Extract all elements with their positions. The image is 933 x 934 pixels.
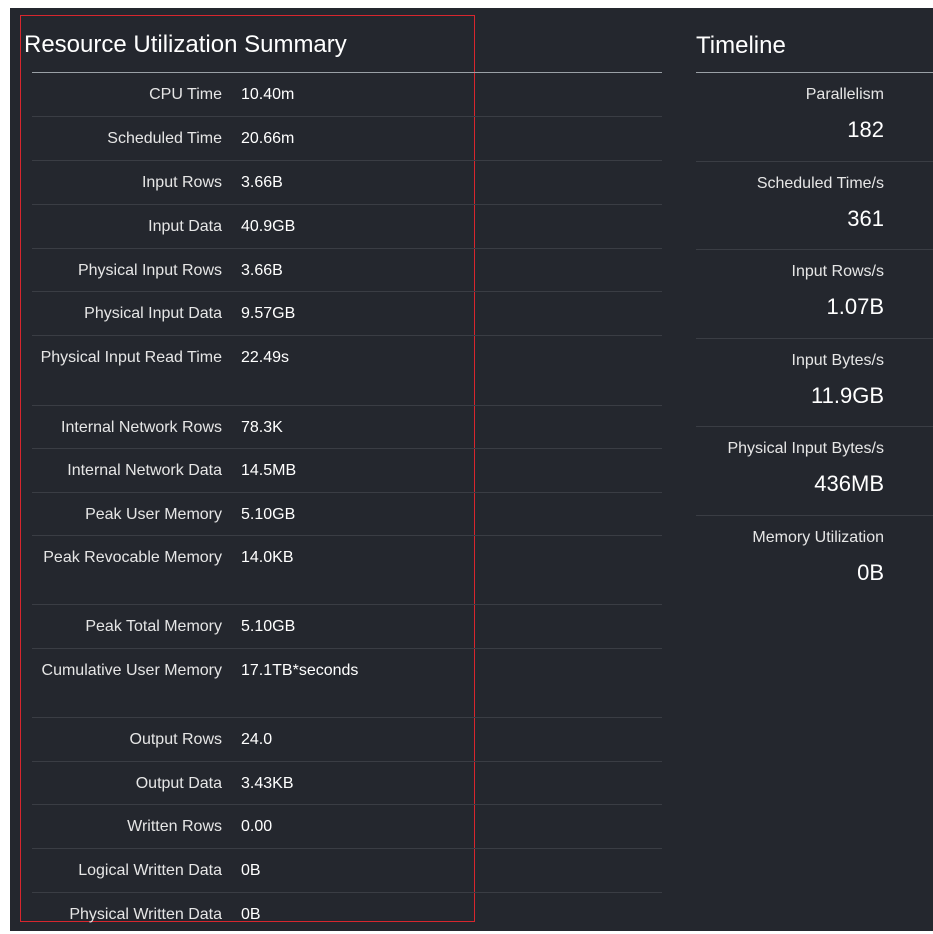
row-label: Physical Written Data: [69, 906, 222, 923]
row-label: Scheduled Time: [107, 130, 222, 147]
table-row: Physical Input Rows 3.66B: [32, 248, 662, 291]
timeline-item-value: 0B: [857, 559, 884, 585]
table-row: Logical Written Data 0B: [32, 848, 662, 892]
timeline-item-label: Physical Input Bytes/s: [727, 440, 884, 457]
row-label: Physical Input Read Time: [40, 349, 222, 366]
timeline-item-label: Scheduled Time/s: [756, 174, 884, 192]
timeline-item-value: 1.07B: [826, 294, 885, 319]
summary-title: Resource Utilization Summary: [24, 31, 347, 58]
row-label: Peak User Memory: [85, 506, 222, 523]
row-value: 9.57GB: [241, 305, 296, 322]
timeline-item-value: 436MB: [814, 471, 884, 496]
row-label: Cumulative User Memory: [41, 662, 222, 679]
table-row: Output Rows 24.0: [32, 717, 662, 761]
row-label: Peak Total Memory: [85, 618, 222, 635]
row-label: Physical Input Rows: [77, 262, 222, 279]
timeline-item-label: Memory Utilization: [752, 528, 884, 546]
timeline-item: Physical Input Bytes/s 436MB: [696, 427, 933, 516]
table-row: Scheduled Time 20.66m: [32, 116, 662, 160]
table-row: Output Data 3.43KB: [32, 761, 662, 804]
row-label: Output Rows: [129, 731, 222, 748]
timeline-item: Input Bytes/s 11.9GB: [696, 339, 933, 427]
table-row: Internal Network Rows 78.3K: [32, 405, 662, 448]
row-value: 3.43KB: [241, 775, 294, 792]
row-value: 20.66m: [241, 130, 295, 147]
row-value: 0.00: [241, 818, 273, 835]
table-row: Input Data 40.9GB: [32, 204, 662, 248]
row-value: 5.10GB: [241, 506, 296, 523]
row-value: 0B: [241, 862, 261, 879]
timeline-item-label: Input Bytes/s: [791, 351, 885, 369]
row-value: 0B: [241, 906, 261, 923]
timeline-list: Parallelism 182 Scheduled Time/s 361 Inp…: [696, 73, 933, 604]
row-label: Internal Network Rows: [61, 419, 222, 436]
row-label: CPU Time: [149, 86, 222, 103]
table-row: Physical Input Data 9.57GB: [32, 291, 662, 335]
row-value: 14.5MB: [241, 462, 297, 479]
row-value: 10.40m: [241, 86, 295, 103]
table-row: Internal Network Data 14.5MB: [32, 448, 662, 492]
row-value: 3.66B: [241, 174, 283, 191]
row-label: Peak Revocable Memory: [43, 549, 222, 566]
row-value: 24.0: [241, 731, 273, 748]
row-label: Input Rows: [141, 174, 222, 191]
row-label: Physical Input Data: [84, 305, 222, 322]
table-row: Input Rows 3.66B: [32, 160, 662, 204]
row-value: 40.9GB: [241, 218, 296, 235]
table-row: Physical Input Read Time 22.49s: [32, 335, 662, 405]
row-value: 5.10GB: [241, 618, 296, 635]
row-value: 14.0KB: [241, 549, 294, 566]
row-label: Written Rows: [127, 818, 222, 835]
row-label: Input Data: [148, 218, 222, 235]
summary-table: CPU Time 10.40m Scheduled Time 20.66m In…: [32, 73, 662, 934]
timeline-item: Parallelism 182: [696, 73, 933, 162]
timeline-item: Scheduled Time/s 361: [696, 162, 933, 250]
timeline-item: Memory Utilization 0B: [696, 516, 933, 605]
row-label: Internal Network Data: [67, 462, 222, 479]
table-row: Peak User Memory 5.10GB: [32, 492, 662, 535]
row-value: 78.3K: [241, 419, 283, 436]
table-row: Physical Written Data 0B: [32, 892, 662, 934]
timeline-item-label: Parallelism: [805, 86, 884, 103]
row-label: Logical Written Data: [78, 862, 222, 879]
table-row: Written Rows 0.00: [32, 804, 662, 848]
row-value: 22.49s: [241, 349, 290, 366]
timeline-item: Input Rows/s 1.07B: [696, 250, 933, 339]
table-row: Peak Revocable Memory 14.0KB: [32, 535, 662, 604]
row-label: Output Data: [135, 775, 222, 792]
timeline-item-value: 11.9GB: [811, 382, 884, 408]
row-value: 3.66B: [241, 262, 283, 279]
timeline-item-value: 182: [847, 117, 884, 142]
timeline-item-value: 361: [847, 205, 884, 231]
row-value: 17.1TB*seconds: [241, 662, 359, 679]
timeline-item-label: Input Rows/s: [791, 263, 884, 280]
timeline-title: Timeline: [696, 32, 786, 59]
table-row: Cumulative User Memory 17.1TB*seconds: [32, 648, 662, 717]
table-row: Peak Total Memory 5.10GB: [32, 604, 662, 648]
table-row: CPU Time 10.40m: [32, 73, 662, 116]
